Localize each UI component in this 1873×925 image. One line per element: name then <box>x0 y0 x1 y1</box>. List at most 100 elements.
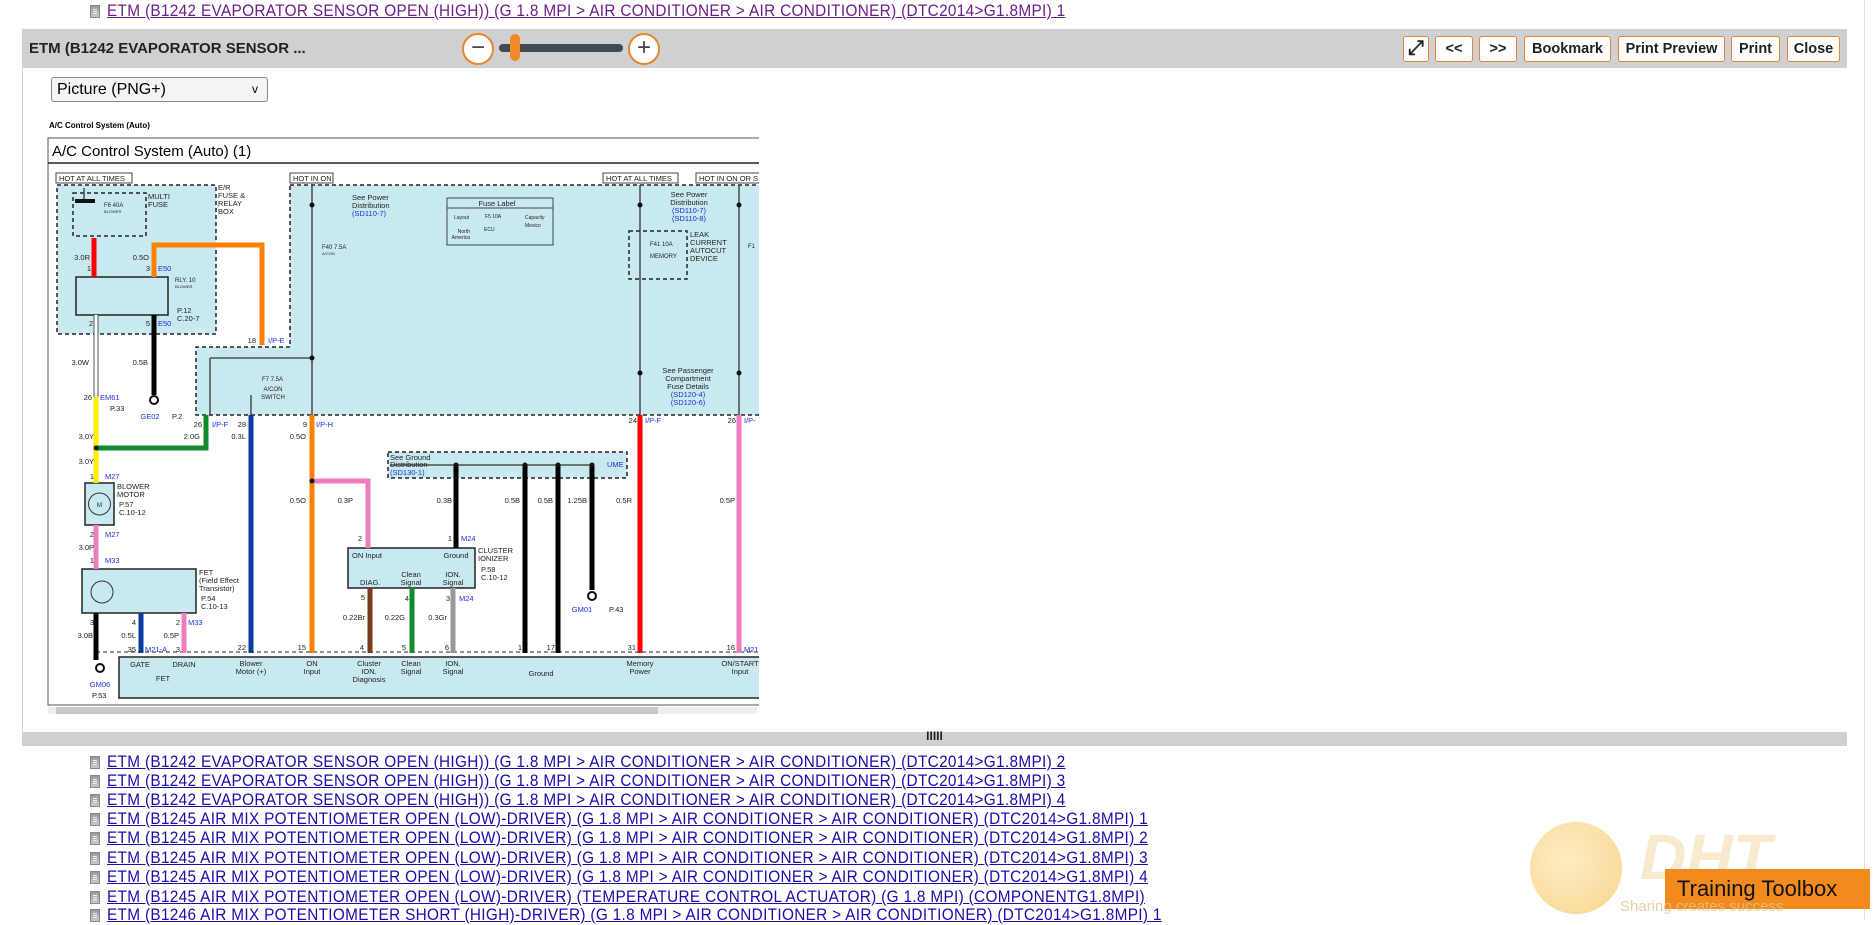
diagram-label: 4 <box>360 643 364 652</box>
diagram-label: 2 <box>358 534 362 543</box>
diagram-label: ECU <box>484 227 495 233</box>
diagram-label: MOTOR <box>117 490 145 499</box>
previous-button[interactable]: << <box>1435 36 1473 62</box>
diagram-label: 0.5O <box>133 253 149 262</box>
diagram-label: C.10-12 <box>481 573 508 582</box>
diagram-label: F1 <box>748 244 756 250</box>
diagram-label: P.53 <box>92 691 106 700</box>
diagram-label: 0.3B <box>437 496 452 505</box>
document-icon <box>90 909 100 922</box>
diagram-label: 31 <box>628 643 636 652</box>
diagram-label: (SD120-6) <box>671 398 706 407</box>
diagram-label: IONIZER <box>478 554 509 563</box>
diagram-label: DRAIN <box>172 660 195 669</box>
diagram-label: 16 <box>727 643 735 652</box>
diagram-label: Fuse Label <box>478 199 515 208</box>
diagram-label: Ground <box>528 669 553 678</box>
diagram-label: C.10-12 <box>119 508 146 517</box>
diagram-label: 26 <box>84 393 92 402</box>
document-link[interactable]: ETM (B1245 AIR MIX POTENTIOMETER OPEN (L… <box>107 888 1145 907</box>
document-link-top[interactable]: ETM (B1242 EVAPORATOR SENSOR OPEN (HIGH)… <box>107 2 1066 21</box>
document-icon <box>90 794 100 807</box>
diagram-label: 3 <box>176 645 180 654</box>
diagram-label: Transistor) <box>199 584 235 593</box>
diagram-hscrollbar-thumb[interactable] <box>56 707 658 714</box>
diagram-label: DEVICE <box>690 254 718 263</box>
blower-relay <box>75 276 169 316</box>
diagram-label: 1.25B <box>567 496 587 505</box>
diagram-label: P.43 <box>609 605 623 614</box>
document-link[interactable]: ETM (B1245 AIR MIX POTENTIOMETER OPEN (L… <box>107 810 1148 829</box>
watermark-slogan: Sharing creates success <box>1620 898 1784 915</box>
diagram-label: 0.3L <box>231 432 246 441</box>
junction <box>637 202 643 208</box>
diagram-label: M21-A <box>145 645 167 654</box>
diagram-label: FET <box>156 674 171 683</box>
junction <box>309 478 315 484</box>
document-link[interactable]: ETM (B1245 AIR MIX POTENTIOMETER OPEN (L… <box>107 868 1148 887</box>
diagram-label: 1 <box>87 264 91 273</box>
diagram-label: DIAG. <box>360 578 380 587</box>
zoom-in-button[interactable]: + <box>628 33 660 65</box>
document-link[interactable]: ETM (B1242 EVAPORATOR SENSOR OPEN (HIGH)… <box>107 753 1066 772</box>
diagram-label: Signal <box>401 667 422 676</box>
document-link[interactable]: ETM (B1242 EVAPORATOR SENSOR OPEN (HIGH)… <box>107 772 1066 791</box>
diagram-label: 18 <box>248 336 256 345</box>
document-link[interactable]: ETM (B1246 AIR MIX POTENTIOMETER SHORT (… <box>107 906 1162 925</box>
diagram-label: M33 <box>188 618 203 627</box>
print-button[interactable]: Print <box>1731 36 1780 62</box>
diagram-label: 0.5R <box>616 496 632 505</box>
document-icon <box>90 813 100 826</box>
document-link[interactable]: ETM (B1242 EVAPORATOR SENSOR OPEN (HIGH)… <box>107 791 1066 810</box>
zoom-slider-handle[interactable] <box>510 34 521 61</box>
diagram-label: I/P-F <box>645 416 662 425</box>
busbar <box>75 199 95 203</box>
diagram-label: 5 <box>361 593 365 602</box>
diagram-label: Signal <box>443 667 464 676</box>
next-button[interactable]: >> <box>1479 36 1517 62</box>
zoom-out-button[interactable]: − <box>462 33 494 65</box>
diagram-label: E50 <box>158 264 171 273</box>
transistor-icon <box>90 580 114 604</box>
diagram-label: Layout <box>454 215 470 221</box>
diagram-label: Motor (+) <box>236 667 267 676</box>
document-link[interactable]: ETM (B1245 AIR MIX POTENTIOMETER OPEN (L… <box>107 829 1148 848</box>
diagram-label: 0.5L <box>121 631 136 640</box>
expand-button[interactable]: ⤢ <box>1403 36 1429 62</box>
diagram-title: A/C Control System (Auto) (1) <box>52 143 251 160</box>
diagram-label: 3.0Y <box>79 457 94 466</box>
diagram-label: I/P- <box>744 416 756 425</box>
bookmark-button[interactable]: Bookmark <box>1524 36 1611 62</box>
diagram-label: 9 <box>303 420 307 429</box>
print-preview-button[interactable]: Print Preview <box>1618 36 1725 62</box>
diagram-label: Power <box>629 667 651 676</box>
diagram-label: 2.0G <box>184 432 200 441</box>
diagram-label: 2 <box>90 530 94 539</box>
diagram-label: 0.5O <box>290 496 306 505</box>
diagram-label: A/CON <box>263 387 282 393</box>
close-button[interactable]: Close <box>1787 36 1840 62</box>
diagram-label: UME <box>607 460 624 469</box>
diagram-label: 5 <box>402 643 406 652</box>
diagram-label: GATE <box>130 660 150 669</box>
diagram-label: P.33 <box>110 404 124 413</box>
diagram-label: 0.5P <box>720 496 735 505</box>
diagram-label: 0.3Gr <box>428 613 447 622</box>
resize-divider[interactable]: IIIII <box>22 730 1847 746</box>
diagram-label: 1 <box>448 534 452 543</box>
diagram-label: I/P-E <box>268 336 285 345</box>
ground-icon <box>587 591 597 601</box>
junction <box>555 462 561 468</box>
diagram-label: 6 <box>445 643 449 652</box>
diagram-label: 0.5B <box>538 496 553 505</box>
junction <box>93 445 99 451</box>
diagram-label: M24 <box>459 594 474 603</box>
diagram-label: C.10-13 <box>201 602 228 611</box>
diagram-label: Diagnosis <box>353 675 386 684</box>
diagram-label: 1 <box>518 643 522 652</box>
document-link[interactable]: ETM (B1245 AIR MIX POTENTIOMETER OPEN (L… <box>107 849 1148 868</box>
document-icon <box>90 5 100 18</box>
diagram-label: BLOWER <box>175 284 192 289</box>
format-select[interactable]: Picture (PNG+) v <box>51 77 268 102</box>
diagram-label: 26 <box>194 420 202 429</box>
